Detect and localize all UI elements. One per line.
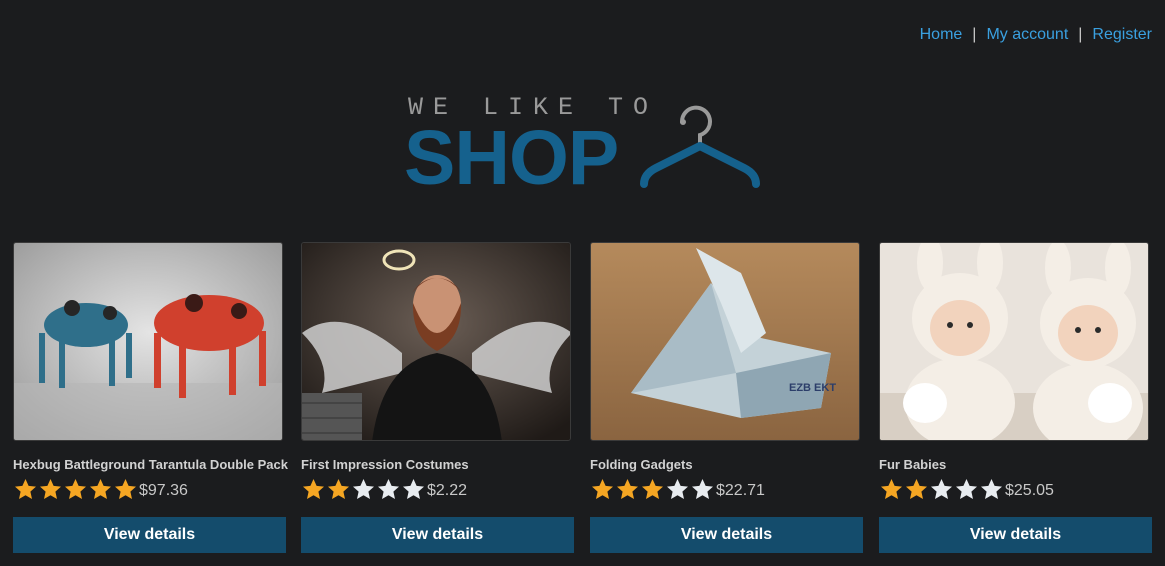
product-image[interactable] [879,242,1149,441]
top-navigation: Home | My account | Register [920,24,1152,46]
product-meta: $22.71 [590,476,863,502]
nav-separator: | [1078,26,1083,43]
hanger-icon [640,105,760,188]
star-filled-icon [906,479,927,499]
product-image[interactable]: EZB EKT [590,242,860,441]
nav-separator: | [972,26,977,43]
star-empty-icon [353,479,374,499]
product-price: $22.71 [716,482,765,499]
product-name[interactable]: Hexbug Battleground Tarantula Double Pac… [13,457,288,472]
star-empty-icon [667,479,688,499]
product-image[interactable] [301,242,571,441]
shop-page: Home | My account | Register WE LIKE TO … [0,0,1165,566]
rating-stars [879,477,1004,501]
star-empty-icon [692,479,713,499]
star-filled-icon [328,479,349,499]
product-name[interactable]: Fur Babies [879,457,1152,472]
view-details-button[interactable]: View details [590,517,863,553]
star-empty-icon [931,479,952,499]
svg-text:EZB EKT: EZB EKT [789,382,836,394]
product-meta: $2.22 [301,476,574,502]
rating-stars [13,477,138,501]
rating-stars [590,477,715,501]
star-filled-icon [592,479,613,499]
site-logo[interactable]: WE LIKE TO SHOP [404,92,764,198]
product-name[interactable]: Folding Gadgets [590,457,863,472]
nav-home-link[interactable]: Home [920,24,963,46]
rating-stars [301,477,426,501]
star-filled-icon [617,479,638,499]
product-price: $25.05 [1005,482,1054,499]
logo-wordmark: SHOP [404,115,619,201]
star-filled-icon [15,479,36,499]
star-empty-icon [378,479,399,499]
nav-my-account-link[interactable]: My account [986,24,1068,46]
view-details-button[interactable]: View details [879,517,1152,553]
star-filled-icon [881,479,902,499]
star-filled-icon [303,479,324,499]
view-details-button[interactable]: View details [301,517,574,553]
product-meta: $25.05 [879,476,1152,502]
star-filled-icon [65,479,86,499]
view-details-button[interactable]: View details [13,517,286,553]
product-card: Fur Babies $25.05 View details [879,242,1152,553]
star-empty-icon [981,479,1002,499]
product-image[interactable] [13,242,283,441]
product-card: EZB EKT Folding Gadgets $22.71 View deta… [590,242,863,553]
star-filled-icon [40,479,61,499]
star-empty-icon [956,479,977,499]
product-meta: $97.36 [13,476,286,502]
product-card: Hexbug Battleground Tarantula Double Pac… [13,242,288,553]
product-price: $97.36 [139,482,188,499]
star-filled-icon [642,479,663,499]
nav-register-link[interactable]: Register [1092,24,1152,46]
product-card: First Impression Costumes $2.22 View det… [301,242,574,553]
product-price: $2.22 [427,482,468,499]
product-name[interactable]: First Impression Costumes [301,457,574,472]
star-empty-icon [403,479,424,499]
star-filled-icon [90,479,111,499]
star-filled-icon [115,479,136,499]
